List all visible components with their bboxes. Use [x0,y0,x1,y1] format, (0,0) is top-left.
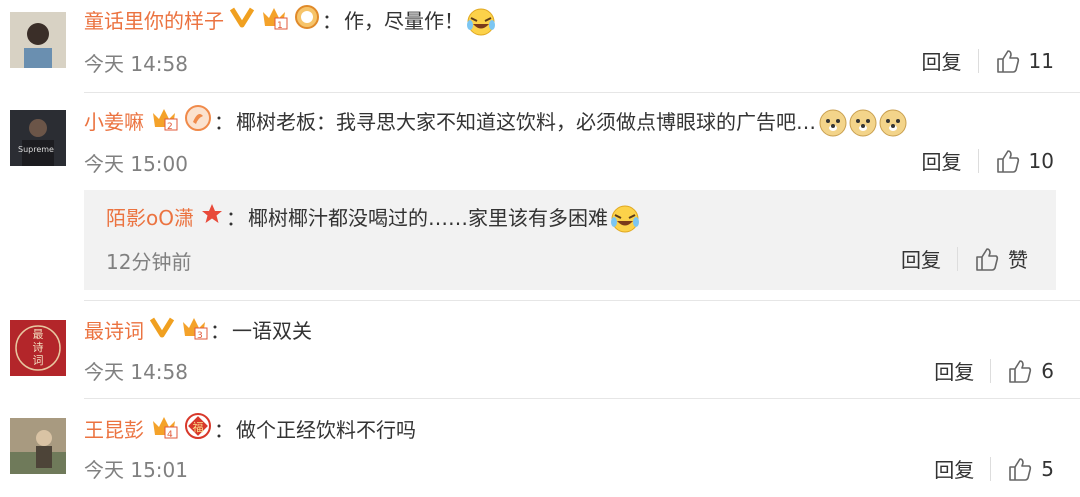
avatar-image [10,12,66,68]
action-divider [990,358,992,383]
comment-time: 今天 14:58 [84,52,188,76]
username[interactable]: 最诗词 [84,317,144,345]
star-icon [200,202,224,233]
thumbs-up-icon [996,149,1019,173]
action-divider [977,148,979,173]
svg-text:Supreme: Supreme [18,145,54,154]
like-count: 5 [1041,456,1054,481]
fu-badge-icon: 福 [184,412,212,447]
comment-item: Supreme 小姜嘛 2 ： 椰树老板：我寻思大家不知道这饮料，必须做点博眼球… [0,92,1080,300]
comment-sep: ： [322,8,342,33]
reply-button[interactable]: 回复 [922,146,962,175]
sub-reply-box: 陌影oO潇 ： 椰树椰汁都没喝过的……家里该有多困难 12分钟前 回复 赞 [84,190,1056,290]
svg-text:1: 1 [277,21,283,30]
reply-button[interactable]: 回复 [934,356,974,385]
thumbs-up-icon [976,247,999,271]
avatar-image [10,418,66,474]
svg-text:3: 3 [197,331,203,340]
reply-button[interactable]: 回复 [901,244,941,273]
username[interactable]: 小姜嘛 [84,108,144,136]
like-button[interactable]: 5 [1007,456,1054,482]
comment-item: 王昆彭 4 福 ： 做个正经饮料不行吗 今天 15:01 回复 5 [0,398,1080,497]
medal-icon [294,4,320,37]
reply-button[interactable]: 回复 [922,46,962,75]
like-count: 6 [1041,358,1054,383]
action-divider [977,48,979,73]
thumbs-up-icon [1009,359,1032,383]
avatar-image: Supreme [10,110,66,166]
comment-sep: ： [214,417,234,442]
doge-emoji [818,108,847,136]
avatar[interactable]: Supreme [10,110,66,166]
action-divider [990,456,992,481]
like-count: 10 [1028,148,1054,173]
username[interactable]: 童话里你的样子 [84,7,224,35]
svg-text:福: 福 [193,420,204,434]
svg-text:2: 2 [167,122,173,131]
crown-vip-icon: 2 [150,105,178,138]
comment-item: 童话里你的样子 1 ： 作，尽量作！ 今天 14:58 回复 11 [0,0,1080,92]
svg-text:最诗词: 最诗词 [33,328,44,367]
comment-time: 今天 15:01 [84,458,188,482]
thumbs-up-icon [996,49,1019,73]
avatar[interactable] [10,12,66,68]
doge-emoji [878,108,907,136]
like-button[interactable]: 赞 [974,244,1028,273]
like-button[interactable]: 6 [1007,358,1054,384]
svg-text:4: 4 [167,430,173,439]
crown-vip-icon: 1 [260,4,288,37]
sub-comment-time: 12分钟前 [106,250,192,274]
comment-text: 作，尽量作！ [344,8,464,33]
avatar[interactable] [10,418,66,474]
like-button[interactable]: 11 [995,48,1054,74]
reply-button[interactable]: 回复 [934,454,974,483]
comment-sep: ： [210,318,230,343]
crown-vip-icon: 3 [180,314,208,347]
verified-v-icon [229,6,255,35]
sub-comment-text: 椰树椰汁都没喝过的……家里该有多困难 [247,205,608,230]
laugh-cry-emoji [610,204,639,232]
avatar[interactable]: 最诗词 [10,320,66,376]
action-divider [957,246,958,271]
comment-text: 做个正经饮料不行吗 [236,417,416,442]
thumbs-up-icon [1009,457,1032,481]
like-label: 赞 [1008,248,1028,272]
comment-time: 今天 14:58 [84,360,188,384]
like-button[interactable]: 10 [995,148,1054,174]
verified-v-icon [149,316,175,345]
like-count: 11 [1028,48,1054,73]
avatar-image: 最诗词 [10,320,66,376]
medal-icon [184,104,212,139]
sub-username[interactable]: 陌影oO潇 [106,204,194,232]
crown-vip-icon: 4 [150,413,178,446]
comment-item: 最诗词 最诗词 3 ： 一语双关 今天 14:58 回复 6 [0,300,1080,398]
username[interactable]: 王昆彭 [84,416,144,444]
laugh-cry-emoji [466,7,495,35]
comment-text: 一语双关 [232,318,312,343]
comment-text: 椰树老板：我寻思大家不知道这饮料，必须做点博眼球的广告吧… [236,109,816,134]
comment-time: 今天 15:00 [84,152,188,176]
comment-sep: ： [214,109,234,134]
comment-sep: ： [225,205,246,230]
doge-emoji [848,108,877,136]
